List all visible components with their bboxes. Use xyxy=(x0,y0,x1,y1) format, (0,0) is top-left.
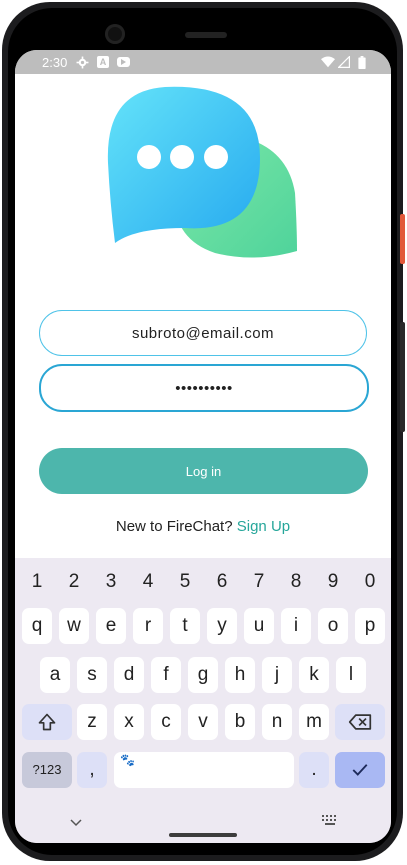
key-q[interactable]: q xyxy=(22,608,52,644)
password-field[interactable]: •••••••••• xyxy=(39,364,369,412)
checkmark-icon xyxy=(352,764,368,776)
key-a[interactable]: a xyxy=(40,657,70,693)
battery-icon xyxy=(355,55,369,69)
key-z[interactable]: z xyxy=(77,704,107,740)
signup-link[interactable]: Sign Up xyxy=(237,518,290,535)
app-screen: 2:30 A subroto@email.com •••••••••• Log … xyxy=(15,50,391,843)
earpiece-speaker xyxy=(185,32,227,38)
shift-key[interactable] xyxy=(22,704,72,740)
home-handle[interactable] xyxy=(169,833,237,837)
key-u[interactable]: u xyxy=(244,608,274,644)
digit-row: 1 2 3 4 5 6 7 8 9 0 xyxy=(15,564,391,600)
keyboard-switch-icon[interactable] xyxy=(322,815,338,828)
backspace-icon xyxy=(348,714,372,730)
key-b[interactable]: b xyxy=(225,704,255,740)
chevron-down-icon[interactable] xyxy=(70,814,82,830)
wifi-icon xyxy=(321,55,335,69)
youtube-icon xyxy=(117,57,130,67)
volume-button xyxy=(400,322,405,432)
spacebar[interactable]: 🐾 xyxy=(114,752,294,788)
key-j[interactable]: j xyxy=(262,657,292,693)
key-k[interactable]: k xyxy=(299,657,329,693)
power-button xyxy=(400,214,405,264)
key-x[interactable]: x xyxy=(114,704,144,740)
symbols-key[interactable]: ?123 xyxy=(22,752,72,788)
a-icon: A xyxy=(97,56,109,68)
enter-key[interactable] xyxy=(335,752,385,788)
key-d[interactable]: d xyxy=(114,657,144,693)
front-camera xyxy=(105,24,125,44)
key-s[interactable]: s xyxy=(77,657,107,693)
email-value: subroto@email.com xyxy=(131,324,275,342)
key-2[interactable]: 2 xyxy=(59,564,89,600)
key-o[interactable]: o xyxy=(318,608,348,644)
key-y[interactable]: y xyxy=(207,608,237,644)
comma-key[interactable]: , xyxy=(77,752,107,788)
key-v[interactable]: v xyxy=(188,704,218,740)
key-l[interactable]: l xyxy=(336,657,366,693)
key-h[interactable]: h xyxy=(225,657,255,693)
key-r[interactable]: r xyxy=(133,608,163,644)
key-6[interactable]: 6 xyxy=(207,564,237,600)
signup-prompt: New to FireChat? xyxy=(115,518,233,535)
key-t[interactable]: t xyxy=(170,608,200,644)
key-7[interactable]: 7 xyxy=(244,564,274,600)
key-3[interactable]: 3 xyxy=(96,564,126,600)
key-f[interactable]: f xyxy=(151,657,181,693)
paw-icon: 🐾 xyxy=(120,753,135,767)
key-c[interactable]: c xyxy=(151,704,181,740)
navigation-bar xyxy=(15,808,391,843)
key-m[interactable]: m xyxy=(299,704,329,740)
shift-icon xyxy=(38,713,56,731)
key-n[interactable]: n xyxy=(262,704,292,740)
password-value: •••••••••• xyxy=(175,379,233,397)
signal-icon xyxy=(337,55,351,69)
key-e[interactable]: e xyxy=(96,608,126,644)
firechat-logo xyxy=(105,83,305,263)
backspace-key[interactable] xyxy=(335,704,385,740)
key-9[interactable]: 9 xyxy=(318,564,348,600)
gear-icon xyxy=(75,55,89,69)
key-g[interactable]: g xyxy=(188,657,218,693)
key-1[interactable]: 1 xyxy=(22,564,52,600)
login-button[interactable]: Log in xyxy=(39,448,368,494)
key-p[interactable]: p xyxy=(355,608,385,644)
status-time: 2:30 xyxy=(42,55,68,70)
signup-prompt-line: New to FireChat? Sign Up xyxy=(15,518,391,535)
key-8[interactable]: 8 xyxy=(281,564,311,600)
key-w[interactable]: w xyxy=(59,608,89,644)
key-4[interactable]: 4 xyxy=(133,564,163,600)
status-bar: 2:30 A xyxy=(15,50,391,74)
period-key[interactable]: . xyxy=(299,752,329,788)
key-i[interactable]: i xyxy=(281,608,311,644)
email-field[interactable]: subroto@email.com xyxy=(39,310,367,356)
soft-keyboard: 1 2 3 4 5 6 7 8 9 0 q w e r t y u i o p … xyxy=(15,558,391,843)
key-0[interactable]: 0 xyxy=(355,564,385,600)
key-5[interactable]: 5 xyxy=(170,564,200,600)
